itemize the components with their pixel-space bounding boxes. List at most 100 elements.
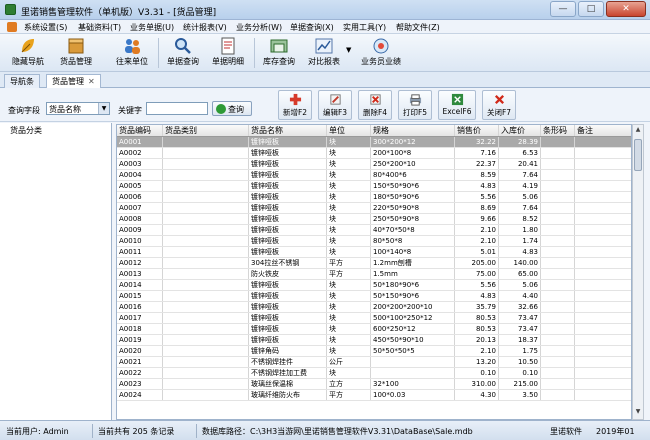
- menu-query[interactable]: 单据查询(X): [290, 22, 334, 33]
- table-row[interactable]: A0021 不锈钢焊挂件 公斤 13.20 10.50: [117, 357, 631, 368]
- table-cell: A0005: [117, 181, 163, 191]
- menu-analysis[interactable]: 业务分析(W): [236, 22, 282, 33]
- table-cell: A0022: [117, 368, 163, 378]
- partners-label: 往来单位: [116, 57, 148, 66]
- col-header[interactable]: 货品类别: [163, 125, 249, 136]
- table-row[interactable]: A0013 防火铁皮 平方 1.5mm 75.00 65.00: [117, 269, 631, 280]
- table-row[interactable]: A0003 镀锌哑板块 250*200*10 22.37 20.41: [117, 159, 631, 170]
- col-header[interactable]: 货品名称: [249, 125, 327, 136]
- table-row[interactable]: A0017 镀锌哑板块 500*100*250*12 80.53 73.47: [117, 313, 631, 324]
- table-cell: [575, 357, 631, 367]
- excel-button[interactable]: ExcelF6: [438, 90, 476, 120]
- table-cell: [541, 368, 575, 378]
- close-button[interactable]: ✕: [606, 1, 646, 17]
- scroll-thumb[interactable]: [634, 139, 642, 171]
- table-cell: 215.00: [499, 379, 541, 389]
- table-cell: A0007: [117, 203, 163, 213]
- table-row[interactable]: A0015 镀锌哑板块 50*150*90*6 4.83 4.40: [117, 291, 631, 302]
- search-bar: 查询字段 货品名称 ▼ 关键字 查询 新增F2 编辑F3 删除F4 打印F5 E…: [0, 88, 650, 122]
- partners-button[interactable]: 往来单位: [112, 36, 152, 67]
- vertical-scrollbar[interactable]: ▲ ▼: [632, 124, 644, 420]
- query-button[interactable]: 查询: [212, 101, 252, 116]
- table-cell: [541, 269, 575, 279]
- table-cell: [163, 335, 249, 345]
- menu-reports[interactable]: 统计报表(V): [183, 22, 227, 33]
- table-row[interactable]: A0011 镀锌哑板块 100*140*8 5.01 4.83: [117, 247, 631, 258]
- app-menu-icon[interactable]: [7, 22, 17, 32]
- sales-perf-button[interactable]: 业务员业绩: [358, 36, 404, 67]
- table-cell: 65.00: [499, 269, 541, 279]
- table-row[interactable]: A0008 镀锌哑板块 250*50*90*8 9.66 8.52: [117, 214, 631, 225]
- report-dropdown-icon[interactable]: ▼: [346, 46, 351, 54]
- delete-button[interactable]: 删除F4: [358, 90, 392, 120]
- maximize-button[interactable]: □: [578, 1, 604, 17]
- doc-detail-button[interactable]: 单据明细: [208, 36, 248, 67]
- table-cell: 50*50*50*5: [371, 346, 455, 356]
- col-header[interactable]: 入库价: [499, 125, 541, 136]
- field-select[interactable]: 货品名称 ▼: [46, 102, 110, 115]
- col-header[interactable]: 单位: [327, 125, 371, 136]
- table-row[interactable]: A0022 不锈钢焊挂加工费块 0.10 0.10: [117, 368, 631, 379]
- table-cell: [163, 269, 249, 279]
- table-row[interactable]: A0001 镀锌哑板块 300*200*12 32.22 28.39: [117, 137, 631, 148]
- table-cell: 块: [327, 137, 371, 147]
- stock-query-button[interactable]: 库存查询: [259, 36, 299, 67]
- plus-icon: [289, 93, 301, 106]
- table-row[interactable]: A0024 玻璃纤维防火布 平方 100*0.03 4.30 3.50: [117, 390, 631, 401]
- col-header[interactable]: 规格: [371, 125, 455, 136]
- tab-navigation[interactable]: 导航条: [4, 74, 40, 88]
- tab-close-icon[interactable]: ✕: [88, 77, 95, 86]
- add-button[interactable]: 新增F2: [278, 90, 312, 120]
- table-row[interactable]: A0012 304拉丝不锈钢 平方 1.2mm刨槽 205.00 140.00: [117, 258, 631, 269]
- title-bar: 里诺销售管理软件（单机版）V3.31 - [货品管理] — □ ✕: [0, 0, 650, 20]
- close-form-button[interactable]: 关闭F7: [482, 90, 516, 120]
- edit-button[interactable]: 编辑F3: [318, 90, 352, 120]
- table-row[interactable]: A0006 镀锌哑板块 180*50*90*6 5.56 5.06: [117, 192, 631, 203]
- table-cell: 镀锌哑板: [249, 236, 327, 246]
- table-row[interactable]: A0004 镀锌哑板块 80*400*6 8.59 7.64: [117, 170, 631, 181]
- table-row[interactable]: A0005 镀锌哑板块 150*50*90*6 4.83 4.19: [117, 181, 631, 192]
- tree-root[interactable]: 货品分类: [10, 125, 42, 136]
- goods-button[interactable]: 货品管理: [56, 36, 96, 67]
- table-row[interactable]: A0007 镀锌哑板块 220*50*90*8 8.69 7.64: [117, 203, 631, 214]
- table-row[interactable]: A0002 镀锌哑板块 200*100*8 7.16 6.53: [117, 148, 631, 159]
- table-cell: [575, 236, 631, 246]
- table-cell: [163, 280, 249, 290]
- col-header[interactable]: 销售价: [455, 125, 499, 136]
- table-cell: [575, 225, 631, 235]
- menu-documents[interactable]: 业务单据(U): [130, 22, 174, 33]
- menu-system[interactable]: 系统设置(S): [24, 22, 67, 33]
- scroll-up-icon[interactable]: ▲: [634, 126, 642, 136]
- table-cell: 20.41: [499, 159, 541, 169]
- hide-nav-button[interactable]: 隐藏导航: [8, 36, 48, 67]
- menu-tools[interactable]: 实用工具(Y): [343, 22, 386, 33]
- table-row[interactable]: A0014 镀锌哑板块 50*180*90*6 5.56 5.06: [117, 280, 631, 291]
- goods-label: 货品管理: [60, 57, 92, 66]
- table-row[interactable]: A0018 镀锌哑板块 600*250*12 80.53 73.47: [117, 324, 631, 335]
- minimize-button[interactable]: —: [550, 1, 576, 17]
- table-row[interactable]: A0016 镀锌哑板块 200*200*200*10 35.79 32.66: [117, 302, 631, 313]
- table-cell: 180*50*90*6: [371, 192, 455, 202]
- table-row[interactable]: A0009 镀锌哑板块 40*70*50*8 2.10 1.80: [117, 225, 631, 236]
- table-cell: [575, 258, 631, 268]
- menu-help[interactable]: 帮助文件(Z): [396, 22, 440, 33]
- chevron-down-icon[interactable]: ▼: [98, 103, 109, 114]
- print-button[interactable]: 打印F5: [398, 90, 432, 120]
- keyword-input[interactable]: [146, 102, 208, 115]
- col-header[interactable]: 备注: [575, 125, 631, 136]
- table-row[interactable]: A0019 镀锌哑板块 450*50*90*10 20.13 18.37: [117, 335, 631, 346]
- col-header[interactable]: 条形码: [541, 125, 575, 136]
- scroll-down-icon[interactable]: ▼: [634, 408, 642, 418]
- table-cell: 8.59: [455, 170, 499, 180]
- table-cell: A0021: [117, 357, 163, 367]
- table-row[interactable]: A0010 镀锌哑板块 80*50*8 2.10 1.74: [117, 236, 631, 247]
- col-header[interactable]: 货品编码: [117, 125, 163, 136]
- menu-basic[interactable]: 基础资料(T): [78, 22, 121, 33]
- table-row[interactable]: A0023 玻璃丝保温棉 立方 32*100 310.00 215.00: [117, 379, 631, 390]
- doc-query-button[interactable]: 单据查询: [163, 36, 203, 67]
- compare-report-button[interactable]: 对比报表: [304, 36, 344, 67]
- tab-goods-management[interactable]: 货品管理 ✕: [46, 74, 101, 88]
- table-cell: [575, 137, 631, 147]
- table-row[interactable]: A0020 镀锌角码块 50*50*50*5 2.10 1.75: [117, 346, 631, 357]
- table-cell: 20.13: [455, 335, 499, 345]
